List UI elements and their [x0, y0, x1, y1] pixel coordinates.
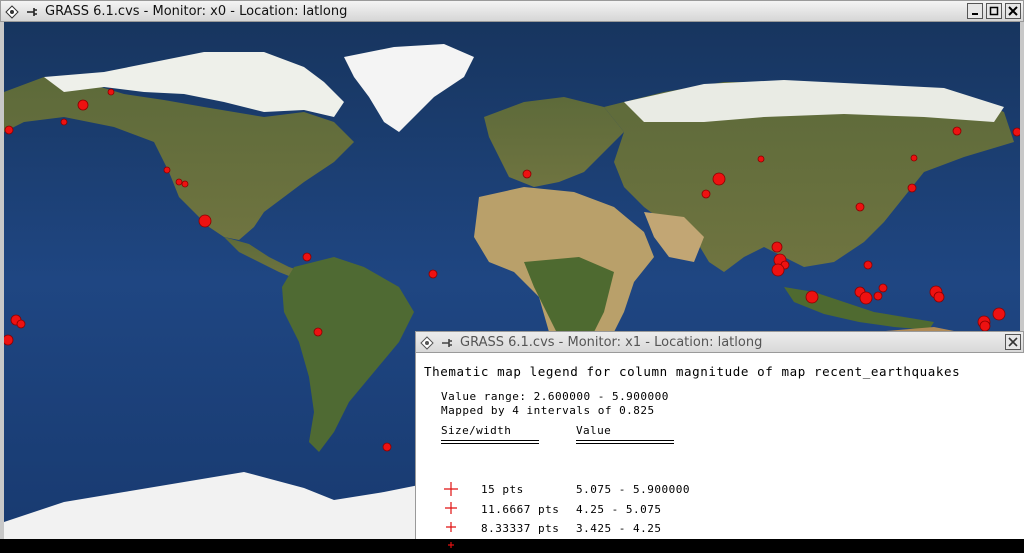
earthquake-marker [805, 290, 819, 304]
monitor-x1-titlebar[interactable]: GRASS 6.1.cvs - Monitor: x1 - Location: … [415, 331, 1024, 353]
earthquake-marker [77, 99, 89, 111]
earthquake-marker [878, 283, 888, 293]
earthquake-marker [979, 320, 991, 332]
earthquake-marker [4, 334, 14, 346]
earthquake-marker [757, 155, 765, 163]
maximize-button[interactable] [986, 3, 1002, 19]
earthquake-marker [198, 214, 212, 228]
earthquake-marker [60, 118, 68, 126]
earthquake-marker [181, 180, 189, 188]
legend-row-size: 11.6667 pts [481, 503, 560, 516]
earthquake-marker [16, 319, 26, 329]
earthquake-marker [522, 169, 532, 179]
legend-row-size: 5.00004 pts [481, 540, 560, 553]
earthquake-marker [4, 125, 14, 135]
grass-app-icon[interactable] [5, 4, 19, 19]
earthquake-marker [302, 252, 312, 262]
earthquake-marker [859, 291, 873, 305]
symbol-5pts-icon [448, 542, 454, 548]
earthquake-marker [863, 260, 873, 270]
earthquake-marker [701, 189, 711, 199]
earthquake-marker [771, 241, 783, 253]
earthquake-marker [771, 263, 785, 277]
close-icon [1008, 337, 1018, 347]
legend-row-value: 5.075 - 5.900000 [576, 483, 690, 496]
earthquake-marker [910, 154, 918, 162]
symbol-8pts-icon [446, 522, 456, 532]
earthquake-marker [855, 202, 865, 212]
earthquake-marker [382, 442, 392, 452]
legend-canvas: Thematic map legend for column magnitude… [415, 353, 1024, 553]
symbol-15pts-icon [444, 482, 458, 496]
pin-icon[interactable] [440, 335, 454, 349]
monitor-x0-titlebar[interactable]: GRASS 6.1.cvs - Monitor: x0 - Location: … [0, 0, 1024, 22]
symbol-11pts-icon [445, 502, 457, 514]
grass-app-icon[interactable] [420, 335, 434, 350]
earthquake-marker [992, 307, 1006, 321]
interval-info: Mapped by 4 intervals of 0.825 [441, 404, 655, 417]
window-title: GRASS 6.1.cvs - Monitor: x1 - Location: … [460, 334, 763, 350]
minimize-button[interactable] [967, 3, 983, 19]
close-button[interactable] [1005, 334, 1021, 350]
legend-row-value: 3.425 - 4.25 [576, 522, 662, 535]
legend-row-size: 15 pts [481, 483, 524, 496]
close-icon [1008, 6, 1018, 16]
earthquake-marker [952, 126, 962, 136]
pin-icon[interactable] [25, 4, 39, 18]
earthquake-marker [428, 269, 438, 279]
header-rule [576, 443, 674, 444]
value-header: Value [576, 424, 612, 437]
close-button[interactable] [1005, 3, 1021, 19]
maximize-icon [989, 6, 999, 16]
monitor-x1-window: GRASS 6.1.cvs - Monitor: x1 - Location: … [415, 331, 1024, 553]
earthquake-marker [1012, 127, 1020, 137]
earthquake-marker [107, 88, 115, 96]
value-range: Value range: 2.600000 - 5.900000 [441, 390, 669, 403]
earthquake-marker [175, 178, 183, 186]
legend-row-size: 8.33337 pts [481, 522, 560, 535]
earthquake-marker [712, 172, 726, 186]
earthquake-marker [163, 166, 171, 174]
earthquake-marker [313, 327, 323, 337]
earthquake-marker [933, 291, 945, 303]
header-rule [576, 440, 674, 441]
earthquake-marker [873, 291, 883, 301]
header-rule [441, 440, 539, 441]
header-rule [441, 443, 539, 444]
earthquake-marker [907, 183, 917, 193]
size-width-header: Size/width [441, 424, 512, 437]
window-title: GRASS 6.1.cvs - Monitor: x0 - Location: … [45, 3, 348, 19]
minimize-icon [972, 13, 978, 15]
legend-title: Thematic map legend for column magnitude… [424, 364, 961, 379]
legend-row-value: 4.25 - 5.075 [576, 503, 662, 516]
legend-row-value: 2.6 - 3.425 [576, 540, 655, 553]
